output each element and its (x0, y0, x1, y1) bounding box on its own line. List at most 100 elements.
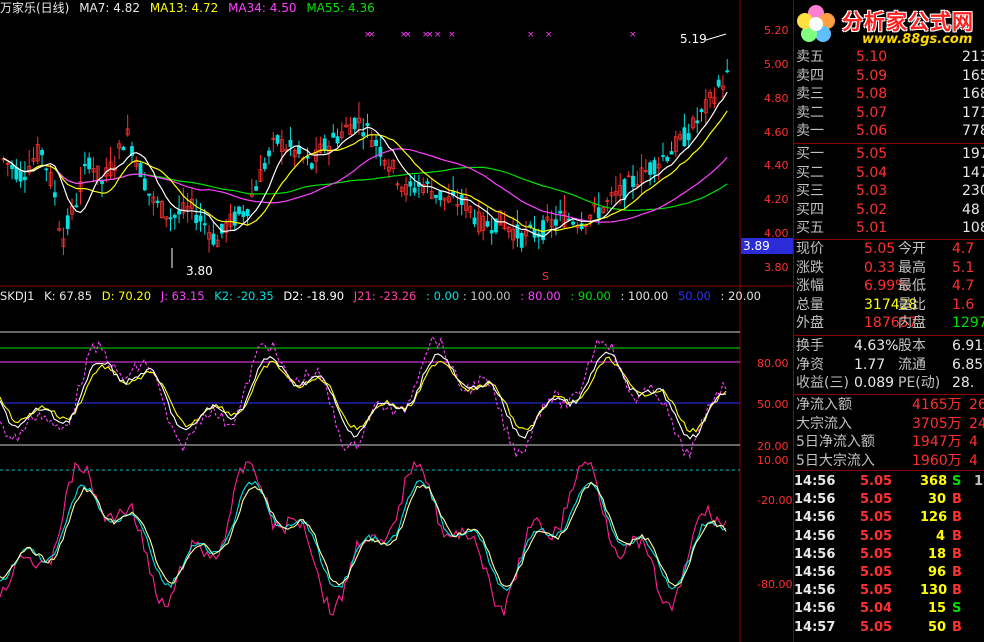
tick-row: 14:56 5.05 18 B (794, 546, 984, 564)
bid-label: 买二 (796, 164, 824, 181)
flow-label: 大宗流入 (796, 415, 852, 432)
candle-body (211, 233, 216, 245)
candle-body (267, 150, 271, 157)
tick-volume: 50 (928, 619, 947, 635)
ask-label: 卖五 (796, 49, 824, 65)
bid-label: 买四 (796, 201, 824, 218)
tick-time: 14:56 (794, 583, 836, 599)
candle-body (352, 117, 357, 130)
tick-price: 5.05 (860, 510, 893, 526)
candle-body (485, 221, 490, 227)
tick-row: 14:56 5.05 130 B (794, 582, 984, 600)
candle-body (554, 219, 558, 226)
candle-body (695, 120, 700, 124)
kdj-axis-label: 10.00 (757, 454, 789, 467)
quote-label: 量比 (898, 296, 926, 313)
tick-price: 5.04 (860, 601, 893, 617)
quote-value: 5.1 (952, 259, 975, 276)
kdj-l20: : 20.00 (720, 289, 761, 303)
ask-volume: 165 (962, 67, 984, 84)
kdj-j: J: 63.15 (160, 289, 205, 303)
candle-body (74, 205, 79, 208)
chart-canvas[interactable]: ×× ×× ×× × × × × × (0, 0, 793, 642)
bid-row: 买二 5.04 147 (794, 164, 984, 183)
quote-label: 净资 (796, 356, 824, 373)
flow-row: 5日净流入额 1947万 4 (794, 433, 984, 452)
flow-row: 净流入额 4165万 26 (794, 396, 984, 415)
tick-price: 5.05 (860, 546, 893, 562)
flow-value-2: 26 (969, 397, 984, 413)
bid-price: 5.02 (856, 201, 888, 218)
bid-row: 买三 5.03 230 (794, 182, 984, 201)
ask-price: 5.10 (856, 49, 888, 65)
candle-body (297, 146, 301, 155)
candle-body (699, 109, 704, 113)
tick-price: 5.05 (860, 528, 893, 544)
candle-body (18, 170, 23, 182)
tick-side: S (952, 474, 962, 489)
quote-panel: 分析家公式网 www.88gs.com 卖五5.10213卖四5.09165卖三… (793, 0, 984, 642)
signal-marker: × (434, 30, 442, 40)
tick-price: 5.05 (860, 565, 893, 580)
tick-time: 14:56 (794, 601, 836, 617)
candle-body (408, 181, 413, 187)
signal-marker: × (527, 30, 535, 40)
quote-row: 收益(三) 0.089 PE(动) 28. (794, 374, 984, 393)
ask-label: 卖二 (796, 104, 824, 121)
tick-volume: 15 (928, 601, 947, 617)
tick-side: B (952, 492, 962, 508)
candle-body (168, 217, 173, 220)
candle-body (438, 191, 443, 201)
tick-time: 14:56 (794, 474, 836, 489)
signal-marker: × (629, 30, 637, 40)
tick-side: S (952, 601, 962, 617)
candle-body (23, 176, 27, 181)
bid-row: 买五 5.01 108 (794, 219, 984, 238)
bid-price: 5.01 (856, 220, 888, 236)
quote-value: 4.63% (854, 338, 899, 354)
quote-row: 换手 4.63%股本 6.91亿 (794, 337, 984, 356)
quote-label: 流通 (898, 356, 926, 373)
quote-label: 内盘 (898, 315, 926, 331)
bid-row: 买四 5.02 48 (794, 201, 984, 220)
high-arrow (705, 33, 727, 41)
candle-body (622, 179, 627, 200)
kdj-l90: : 90.00 (570, 289, 611, 303)
candle-body (241, 211, 246, 217)
tick-time: 14:56 (794, 528, 836, 544)
ask-row: 卖五 5.10 213 (794, 48, 984, 67)
flow-row: 5日大宗流入 1960万 4 (794, 452, 984, 471)
candle-body (147, 193, 152, 196)
tick-volume: 130 (920, 583, 948, 599)
quote-value: 0.33 (864, 259, 896, 276)
candle-body (194, 214, 199, 224)
price-axis-label: 4.80 (764, 91, 789, 105)
candle-body (412, 187, 417, 193)
ma7-value: MA7: 4.82 (79, 1, 140, 15)
kdj-l0: : 0.00 (426, 289, 460, 303)
price-axis-label: 4.00 (764, 227, 789, 241)
price-axis-label: 5.20 (764, 24, 789, 37)
candle-body (322, 138, 327, 151)
quote-label: 现价 (796, 241, 824, 257)
flow-row: 大宗流入 3705万 24 (794, 415, 984, 434)
bid-price: 5.03 (856, 183, 888, 199)
flow-value-2: 4 (969, 452, 978, 469)
candle-body (558, 210, 563, 214)
kdj-d2: D2: -18.90 (283, 289, 345, 303)
quote-value: 0.089 (854, 375, 895, 391)
ask-price: 5.09 (856, 67, 888, 84)
price-axis-label: 4.20 (764, 193, 789, 207)
quote-label: PE(动) (898, 375, 941, 391)
quote-label: 涨幅 (796, 278, 824, 294)
candle-body (10, 164, 14, 170)
tick-row: 14:56 5.05 30 B (794, 491, 984, 509)
candle-body (142, 178, 147, 191)
bid-price: 5.04 (856, 164, 888, 181)
flow-value: 3705万 (912, 415, 962, 432)
high-price-label: 5.19 (680, 32, 707, 46)
kdj-axis-label: 80.00 (757, 357, 789, 370)
flow-value-2: 4 (969, 434, 978, 450)
quote-row: 外盘187657内盘12977 (794, 314, 984, 333)
tick-time: 14:56 (794, 492, 836, 508)
